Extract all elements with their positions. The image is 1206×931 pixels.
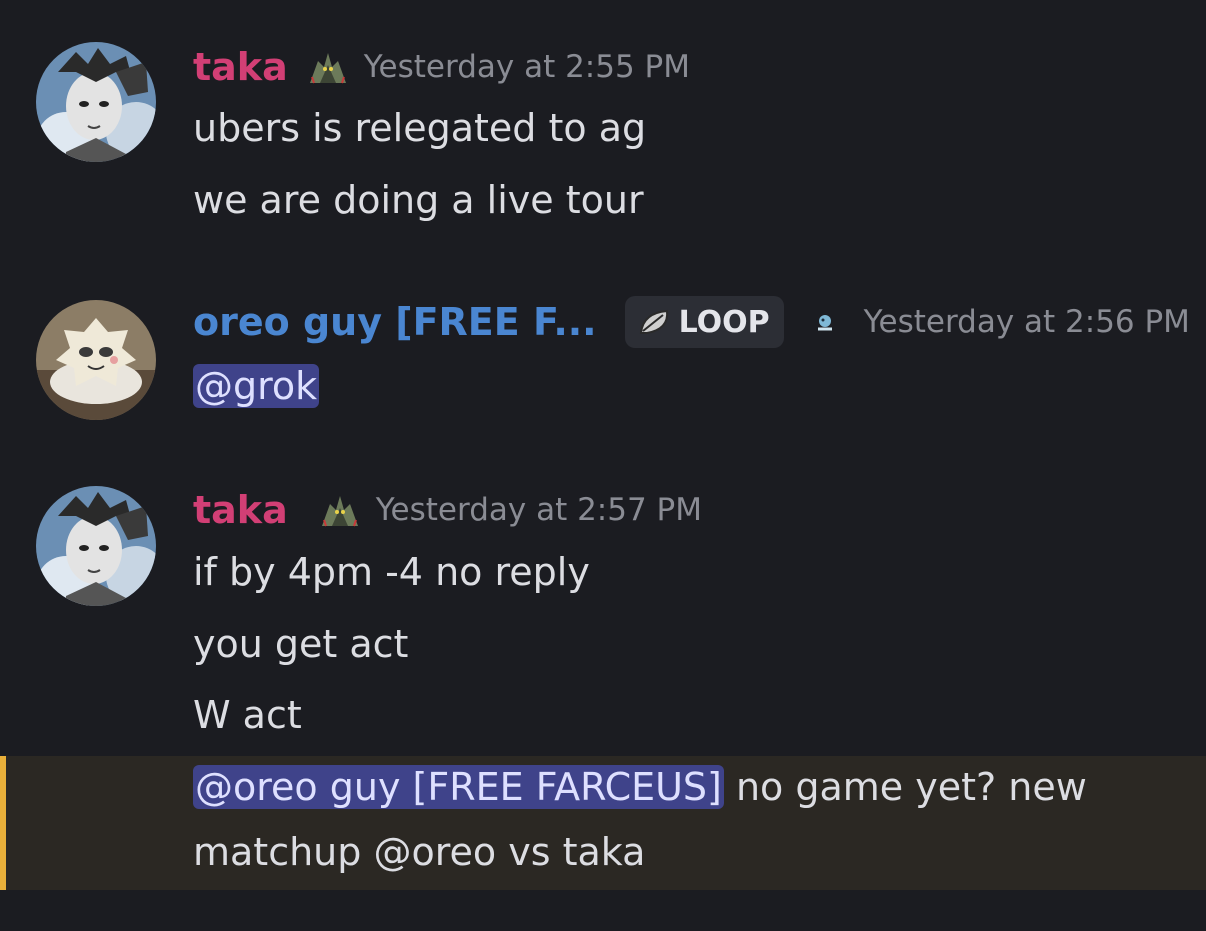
message-line: ubers is relegated to ag [193, 106, 647, 150]
message-line: you get act [193, 622, 409, 666]
leaf-icon [637, 307, 673, 337]
username[interactable]: oreo guy [FREE F... [193, 300, 597, 344]
message-header: taka Yesterday at 2:55 PM [193, 44, 690, 90]
tag-label: LOOP [678, 304, 770, 340]
user-mention[interactable]: @grok [193, 364, 320, 408]
gargoyle-icon [306, 47, 350, 87]
pokemon-sprite-icon [814, 311, 836, 333]
timestamp: Yesterday at 2:56 PM [863, 304, 1190, 340]
message-header: oreo guy [FREE F... LOOP Yesterday at 2:… [193, 296, 1190, 348]
avatar-oreo-guy[interactable] [36, 300, 156, 420]
timestamp: Yesterday at 2:55 PM [363, 49, 690, 85]
message-line: if by 4pm -4 no reply [193, 550, 590, 594]
user-mention[interactable]: @oreo guy [FREE FARCEUS] [193, 765, 724, 809]
message-line: W act [193, 693, 302, 737]
message-line-highlighted: matchup @oreo vs taka [193, 830, 646, 874]
chat-log: taka Yesterday at 2:55 PM ubers is releg… [0, 0, 1206, 931]
avatar-taka[interactable] [36, 486, 156, 606]
username[interactable]: taka [193, 45, 288, 89]
message-line: @grok [193, 364, 320, 408]
avatar-taka[interactable] [36, 42, 156, 162]
server-tag[interactable]: LOOP [624, 296, 784, 348]
timestamp: Yesterday at 2:57 PM [375, 492, 702, 528]
gargoyle-icon [318, 490, 362, 530]
username[interactable]: taka [193, 488, 288, 532]
message-text: no game yet? new [723, 765, 1087, 809]
message-line: we are doing a live tour [193, 178, 644, 222]
message-line-highlighted: @oreo guy [FREE FARCEUS] no game yet? ne… [193, 765, 1087, 809]
message-header: taka Yesterday at 2:57 PM [193, 487, 702, 533]
